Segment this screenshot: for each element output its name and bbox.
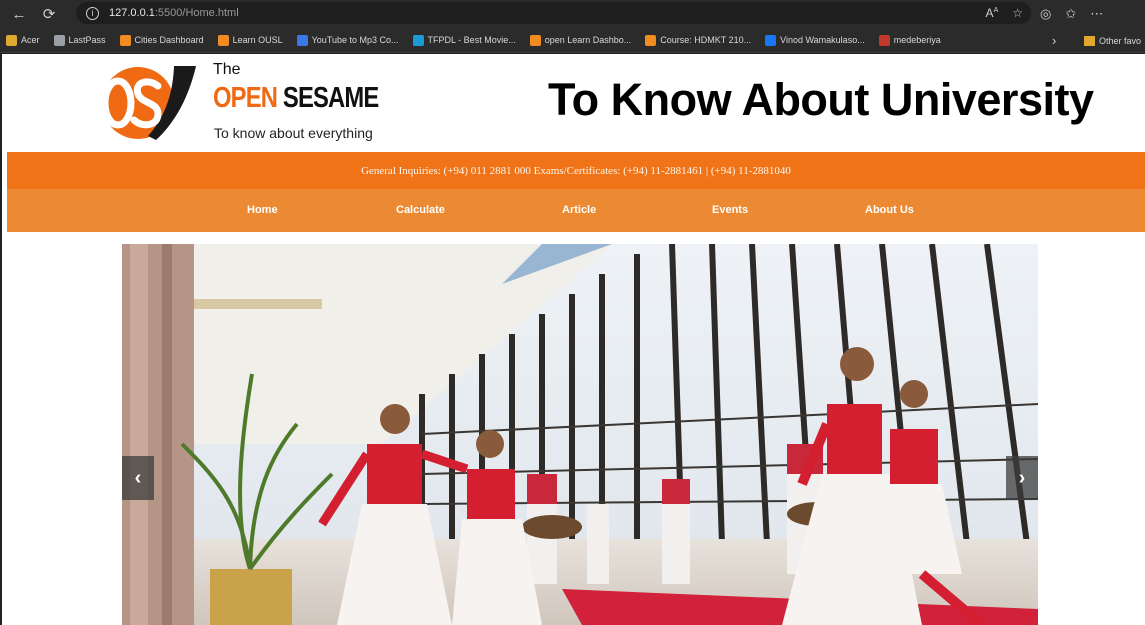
bookmark-item[interactable]: Learn OUSL xyxy=(217,34,283,46)
bookmark-item[interactable]: LastPass xyxy=(53,34,106,46)
extension-icon[interactable]: ◎ xyxy=(1040,6,1051,22)
logo-tagline: To know about everything xyxy=(214,125,373,141)
site-title: To Know About University xyxy=(548,74,1094,125)
bookmark-item[interactable]: YouTube to Mp3 Co... xyxy=(296,34,399,46)
bookmark-label: YouTube to Mp3 Co... xyxy=(311,35,399,45)
browser-toolbar: ← ⟳ i 127.0.0.1:5500/Home.html AA ☆ ◎ ✩ … xyxy=(0,0,1145,28)
bookmark-label: Vinod Wamakulaso... xyxy=(780,35,865,45)
nav-events[interactable]: Events xyxy=(712,204,748,216)
bookmark-favicon-icon xyxy=(645,34,657,46)
bookmark-favicon-icon xyxy=(296,34,308,46)
image-slider: ‹ › xyxy=(122,244,1038,625)
bookmark-item[interactable]: TFPDL - Best Movie... xyxy=(412,34,516,46)
bookmark-favicon-icon xyxy=(53,34,65,46)
bookmark-favicon-icon xyxy=(6,34,17,46)
back-arrow-icon[interactable]: ← xyxy=(8,3,30,25)
bookmark-label: TFPDL - Best Movie... xyxy=(427,35,516,45)
bookmarks-bar: Acer LastPass Cities Dashboard Learn OUSL Yo… xyxy=(0,28,1145,53)
slider-prev-button[interactable]: ‹ xyxy=(122,456,154,500)
bookmark-label: LastPass xyxy=(68,35,106,45)
bookmark-item[interactable]: Cities Dashboard xyxy=(119,34,204,46)
bookmark-label: Course: HDMKT 210... xyxy=(660,35,752,45)
favorite-star-icon[interactable]: ☆ xyxy=(1012,6,1023,20)
bookmark-favicon-icon xyxy=(412,34,424,46)
bookmark-label: medeberiya xyxy=(893,35,941,45)
site-header: The OPEN SESAME To know about everything… xyxy=(2,54,1145,152)
nav-article[interactable]: Article xyxy=(562,204,596,216)
bookmark-item[interactable]: Acer xyxy=(6,34,40,46)
favorites-icon[interactable]: ✩ xyxy=(1065,6,1076,22)
bookmarks-overflow-icon[interactable]: › xyxy=(1052,28,1056,53)
read-aloud-icon[interactable]: AA xyxy=(986,6,999,20)
other-favorites-folder[interactable]: Other favo xyxy=(1084,28,1141,53)
bookmark-favicon-icon xyxy=(529,34,541,46)
folder-icon xyxy=(1084,35,1095,46)
address-bar[interactable]: i 127.0.0.1:5500/Home.html AA ☆ xyxy=(76,2,1031,24)
bookmark-favicon-icon xyxy=(119,34,131,46)
bookmark-label: Learn OUSL xyxy=(232,35,283,45)
bookmark-favicon-icon xyxy=(765,34,777,46)
more-menu-icon[interactable]: ⋯ xyxy=(1090,6,1103,22)
address-host: 127.0.0.1 xyxy=(109,7,155,19)
open-sesame-logo-icon[interactable] xyxy=(78,62,198,144)
logo-the-text: The xyxy=(213,61,241,78)
bookmark-favicon-icon xyxy=(878,34,890,46)
bookmark-item[interactable]: medeberiya xyxy=(878,34,941,46)
bookmark-item[interactable]: Vinod Wamakulaso... xyxy=(765,34,865,46)
bookmark-label: Cities Dashboard xyxy=(134,35,204,45)
reload-icon[interactable]: ⟳ xyxy=(38,3,60,25)
nav-home[interactable]: Home xyxy=(247,204,278,216)
slide-image-dancers xyxy=(122,244,1038,625)
logo-sesame-text: SESAME xyxy=(282,82,379,114)
logo-open-text: OPEN xyxy=(213,82,278,114)
nav-about-us[interactable]: About Us xyxy=(865,204,914,216)
inquiry-bar: General Inquiries: (+94) 011 2881 000 Ex… xyxy=(7,152,1145,189)
nav-calculate[interactable]: Calculate xyxy=(396,204,445,216)
other-favorites-label: Other favo xyxy=(1099,35,1142,46)
bookmark-favicon-icon xyxy=(217,34,229,46)
address-path: :5500/Home.html xyxy=(154,7,239,19)
slider-next-button[interactable]: › xyxy=(1006,456,1038,500)
bookmark-label: open Learn Dashbo... xyxy=(544,35,632,45)
web-page: The OPEN SESAME To know about everything… xyxy=(2,54,1145,625)
logo-wordmark: OPEN SESAME xyxy=(213,82,379,115)
inquiry-text: General Inquiries: (+94) 011 2881 000 Ex… xyxy=(361,164,791,177)
main-nav: Home Calculate Article Events About Us xyxy=(7,189,1145,232)
bookmark-item[interactable]: open Learn Dashbo... xyxy=(529,34,632,46)
bookmark-label: Acer xyxy=(21,35,40,45)
site-info-icon[interactable]: i xyxy=(86,6,99,20)
bookmark-item[interactable]: Course: HDMKT 210... xyxy=(645,34,752,46)
